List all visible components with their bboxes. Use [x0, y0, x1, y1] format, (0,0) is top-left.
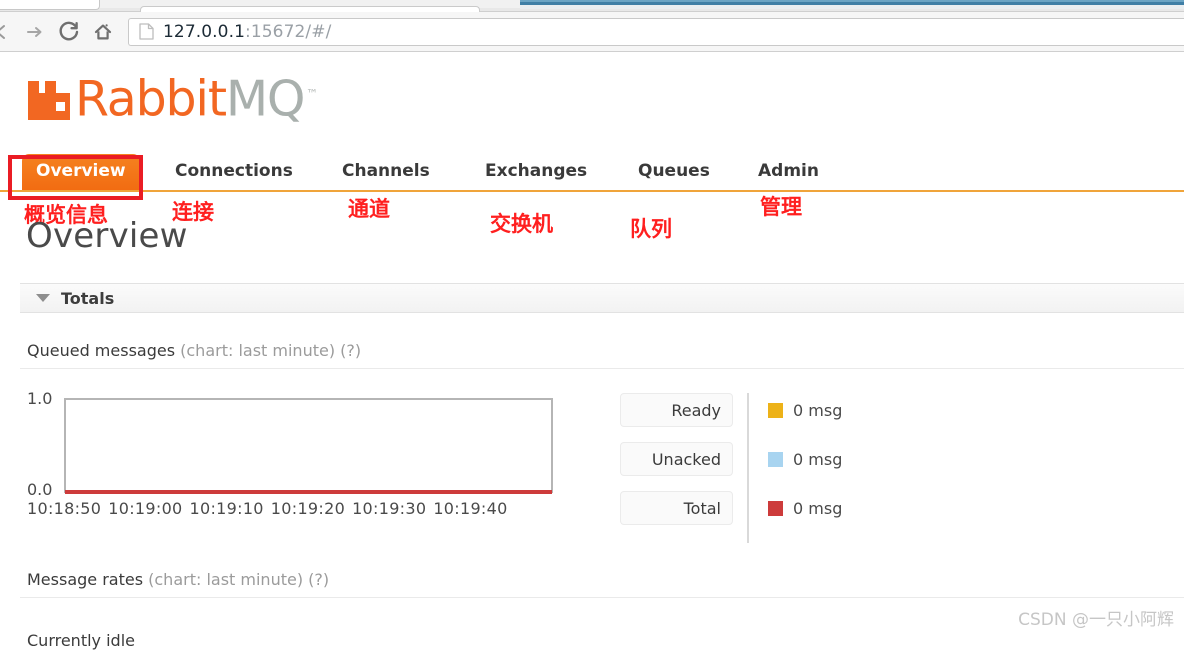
- legend-swatch-unacked: [768, 452, 783, 467]
- browser-toolbar: 127.0.0.1:15672/#/: [0, 12, 1184, 52]
- logo-word-rabbit: Rabbit: [75, 70, 226, 127]
- page-title: Overview: [26, 216, 188, 256]
- x-tick-0: 10:18:50: [27, 499, 101, 518]
- legend-row-unacked[interactable]: Unacked 0 msg: [620, 442, 842, 476]
- legend-value-ready: 0 msg: [793, 401, 842, 420]
- queued-messages-heading: Queued messages (chart: last minute) (?): [27, 341, 361, 360]
- address-bar[interactable]: 127.0.0.1:15672/#/: [128, 18, 1184, 46]
- tab-overview[interactable]: Overview: [22, 154, 140, 190]
- back-arrow-icon[interactable]: [0, 15, 18, 49]
- csdn-watermark: CSDN @一只小阿辉: [1018, 605, 1174, 630]
- page-document-icon: [139, 23, 154, 40]
- chart-plot-area: [64, 398, 553, 493]
- x-tick-2: 10:19:10: [190, 499, 264, 518]
- logo-trademark: ™: [306, 87, 317, 101]
- queued-messages-divider: [20, 368, 1184, 369]
- caret-down-icon[interactable]: [36, 294, 50, 302]
- legend-label-total[interactable]: Total: [620, 491, 733, 525]
- browser-tab-partial-left[interactable]: [0, 0, 100, 10]
- tab-queues[interactable]: Queues: [638, 161, 710, 190]
- legend-swatch-total: [768, 501, 783, 516]
- url-host: 127.0.0.1: [163, 22, 245, 42]
- y-axis-tick-max: 1.0: [27, 389, 52, 408]
- x-axis-tick-labels: 10:18:50 10:19:00 10:19:10 10:19:20 10:19:30…: [27, 499, 515, 518]
- forward-arrow-icon[interactable]: [18, 15, 52, 49]
- tab-admin[interactable]: Admin: [758, 161, 819, 190]
- totals-section-header[interactable]: Totals: [20, 283, 1184, 313]
- legend-value-unacked: 0 msg: [793, 450, 842, 469]
- x-tick-4: 10:19:30: [352, 499, 426, 518]
- annotation-queues-cn: 队列: [630, 213, 672, 243]
- url-path: :15672/#/: [245, 22, 331, 42]
- legend-label-unacked[interactable]: Unacked: [620, 442, 733, 476]
- legend-row-ready[interactable]: Ready 0 msg: [620, 393, 842, 427]
- reload-icon[interactable]: [52, 15, 86, 49]
- window-title-bar-underline: [520, 5, 1184, 9]
- annotation-exchanges-cn: 交换机: [490, 208, 553, 238]
- chart-series-line-total: [65, 490, 552, 494]
- legend-value-total: 0 msg: [793, 499, 842, 518]
- rabbitmq-logo[interactable]: RabbitMQ™: [26, 71, 317, 122]
- message-rates-divider: [20, 597, 1184, 598]
- logo-word-mq: MQ: [226, 70, 304, 127]
- legend-label-ready[interactable]: Ready: [620, 393, 733, 427]
- main-navigation-tabs: Overview Connections Channels Exchanges …: [0, 152, 1184, 192]
- legend-row-total[interactable]: Total 0 msg: [620, 491, 842, 525]
- browser-tab-strip: [0, 0, 1184, 12]
- message-rates-label: Message rates: [27, 570, 143, 589]
- tab-exchanges[interactable]: Exchanges: [485, 161, 587, 190]
- totals-section-title: Totals: [61, 289, 114, 308]
- queued-messages-sublabel[interactable]: (chart: last minute) (?): [180, 341, 361, 360]
- annotation-admin-cn: 管理: [760, 191, 802, 221]
- currently-idle-text: Currently idle: [27, 631, 135, 650]
- x-tick-1: 10:19:00: [108, 499, 182, 518]
- chart-legend: Ready 0 msg Unacked 0 msg Total 0 msg: [620, 393, 842, 540]
- x-tick-5: 10:19:40: [433, 499, 507, 518]
- legend-swatch-ready: [768, 403, 783, 418]
- queued-messages-label: Queued messages: [27, 341, 175, 360]
- y-axis-tick-min: 0.0: [27, 480, 52, 499]
- message-rates-sublabel[interactable]: (chart: last minute) (?): [148, 570, 329, 589]
- x-tick-3: 10:19:20: [271, 499, 345, 518]
- tab-connections[interactable]: Connections: [175, 161, 293, 190]
- message-rates-heading: Message rates (chart: last minute) (?): [27, 570, 329, 589]
- annotation-channels-cn: 通道: [348, 193, 390, 223]
- home-icon[interactable]: [86, 15, 120, 49]
- tab-channels[interactable]: Channels: [342, 161, 430, 190]
- rabbitmq-management-page: RabbitMQ™ Overview Connections Channels …: [0, 53, 1184, 638]
- rabbitmq-rabbit-icon: [26, 75, 72, 122]
